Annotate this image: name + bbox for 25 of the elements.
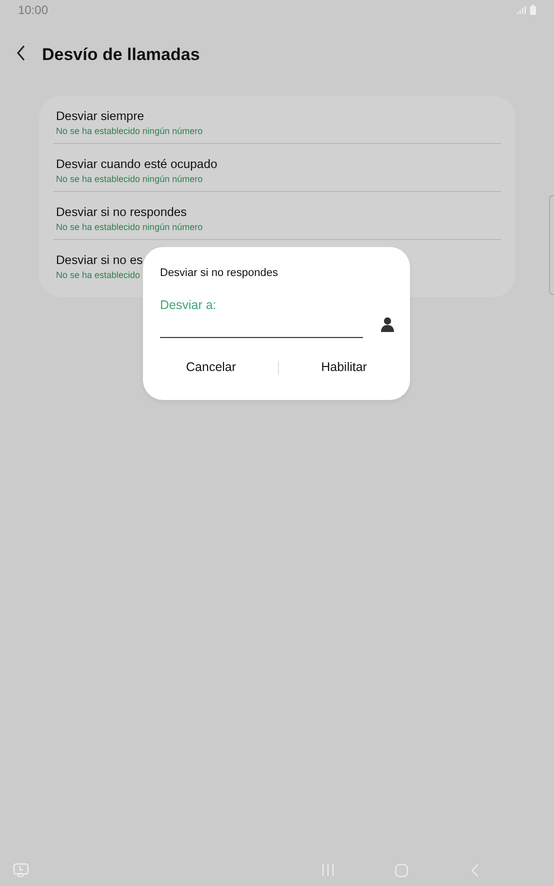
item-subtitle: No se ha establecido ningún número [56, 173, 203, 185]
status-time: 10:00 [18, 2, 48, 19]
item-title: Desviar cuando esté ocupado [56, 156, 218, 173]
item-title: Desviar siempre [56, 108, 144, 125]
screen-title: Desvío de llamadas [42, 44, 200, 66]
battery-icon [530, 5, 536, 15]
field-label: Desviar a: [160, 296, 218, 314]
cancel-button[interactable]: Cancelar [176, 354, 246, 381]
side-handle[interactable] [549, 195, 554, 295]
recent-apps-icon[interactable] [322, 864, 334, 876]
home-icon[interactable] [395, 864, 408, 877]
dialog-title: Desviar si no respondes [160, 266, 280, 281]
enable-button[interactable]: Habilitar [311, 354, 377, 381]
item-subtitle: No se ha establecido ningún número [56, 125, 203, 137]
screen-clock-icon[interactable] [13, 863, 29, 877]
item-subtitle: No se ha establecido [56, 269, 140, 281]
list-item[interactable]: Desviar cuando esté ocupado No se ha establecido ningún número [53, 144, 501, 192]
signal-icon [517, 6, 526, 14]
item-title: Desviar si no respondes [56, 204, 187, 221]
list-item[interactable]: Desviar siempre No se ha establecido ningún número [53, 96, 501, 144]
contact-icon[interactable] [381, 316, 394, 332]
list-item[interactable]: Desviar si no respondes No se ha establecido ningún número [53, 192, 501, 240]
item-subtitle: No se ha establecido ningún número [56, 221, 203, 233]
item-title: Desviar si no es [56, 252, 143, 269]
back-icon[interactable] [16, 45, 26, 61]
